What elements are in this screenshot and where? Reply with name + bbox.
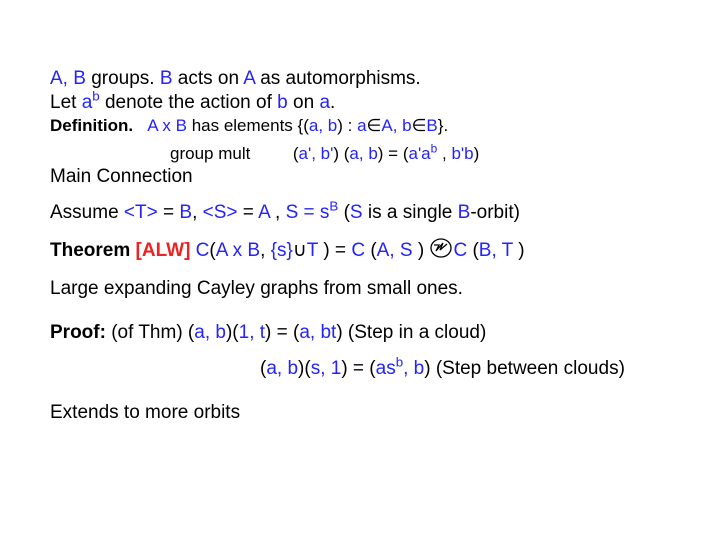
text: denote the action of xyxy=(100,92,277,113)
text: Definition. xyxy=(50,116,133,135)
text: a, b xyxy=(266,358,298,379)
line-extends: Extends to more orbits xyxy=(50,402,680,424)
text: , xyxy=(260,240,271,261)
text: Large expanding Cayley graphs from small… xyxy=(50,278,463,299)
line-groups: A, B groups. B acts on A as automorphism… xyxy=(50,68,680,90)
text: A xyxy=(243,68,260,89)
text: C xyxy=(351,240,370,261)
text: as xyxy=(376,358,396,379)
text: a, b xyxy=(194,322,226,343)
text: , b xyxy=(403,358,424,379)
text: ) = xyxy=(323,240,351,261)
text: B, T xyxy=(479,240,518,261)
text: Let xyxy=(50,92,82,113)
text: ) = ( xyxy=(341,358,375,379)
text: A, S xyxy=(377,240,418,261)
text: A x B xyxy=(147,116,187,135)
text: ( xyxy=(338,202,350,223)
text: a'a xyxy=(408,144,430,163)
line-proof: Proof: (of Thm) (a, b)(1, t) = (a, bt) (… xyxy=(50,322,680,344)
text: ) xyxy=(518,240,524,261)
text: -orbit) xyxy=(470,202,520,223)
text: a xyxy=(82,92,93,113)
text: ) = ( xyxy=(265,322,299,343)
zigzag-icon xyxy=(430,238,452,264)
text: is a single xyxy=(363,202,458,223)
text: <S> xyxy=(203,202,238,223)
text: , xyxy=(192,202,203,223)
line-main-connection: Main Connection xyxy=(50,166,680,188)
text: ) xyxy=(474,144,480,163)
text: A, b xyxy=(381,116,411,135)
text: {s} xyxy=(271,240,293,261)
text: )( xyxy=(226,322,239,343)
text: A xyxy=(258,202,275,223)
text: Theorem xyxy=(50,240,130,261)
text: ) (Step in a cloud) xyxy=(336,322,486,343)
text: has elements {( xyxy=(187,116,309,135)
text: }. xyxy=(438,116,448,135)
text: a, bt xyxy=(299,322,336,343)
text: C xyxy=(190,240,209,261)
text: Extends to more orbits xyxy=(50,402,240,423)
line-theorem: Theorem [ALW] C(A x B, {s}∪T ) = C (A, S… xyxy=(50,238,680,264)
text: <T> xyxy=(124,202,158,223)
line-assume: Assume <T> = B, <S> = A , S = sB (S is a… xyxy=(50,202,680,224)
text: B xyxy=(329,199,338,214)
text: Main Connection xyxy=(50,166,193,187)
text: C xyxy=(453,240,472,261)
text: A x B xyxy=(216,240,260,261)
text: a, b xyxy=(309,116,337,135)
text: = xyxy=(238,202,259,223)
text: ∈ xyxy=(412,116,427,135)
text: 1, t xyxy=(239,322,265,343)
text: a xyxy=(319,92,330,113)
line-group-mult: group mult (a', b') (a, b) = (a'ab , b'b… xyxy=(50,144,680,164)
text: a, b xyxy=(349,144,377,163)
line-action: Let ab denote the action of b on a. xyxy=(50,92,680,114)
text: on xyxy=(293,92,319,113)
text: = xyxy=(158,202,180,223)
text: a', b' xyxy=(299,144,334,163)
text: S = s xyxy=(286,202,330,223)
text: s, 1 xyxy=(311,358,342,379)
text: , xyxy=(275,202,286,223)
text: [ALW] xyxy=(130,240,190,261)
text: (of Thm) ( xyxy=(106,322,194,343)
text: )( xyxy=(298,358,311,379)
slide-content: A, B groups. B acts on A as automorphism… xyxy=(0,0,720,540)
text: group mult xyxy=(170,144,250,163)
text: Assume xyxy=(50,202,124,223)
text: ) (Step between clouds) xyxy=(424,358,625,379)
text: b'b xyxy=(451,144,473,163)
text: B xyxy=(426,116,437,135)
line-large-expanding: Large expanding Cayley graphs from small… xyxy=(50,278,680,300)
line-definition: Definition. A x B has elements {(a, b) :… xyxy=(50,116,680,136)
text: A, B xyxy=(50,68,91,89)
text: ) ( xyxy=(333,144,349,163)
text: Proof: xyxy=(50,322,106,343)
text: ) = ( xyxy=(378,144,409,163)
text: ∈ xyxy=(367,116,382,135)
text: , xyxy=(437,144,451,163)
text: ) : xyxy=(337,116,357,135)
text: b xyxy=(277,92,293,113)
text: b xyxy=(396,355,403,370)
line-proof-2: (a, b)(s, 1) = (asb, b) (Step between cl… xyxy=(50,358,680,380)
text: B xyxy=(179,202,192,223)
text: a xyxy=(357,116,366,135)
text: acts on xyxy=(178,68,244,89)
text: S xyxy=(350,202,363,223)
text: B xyxy=(458,202,471,223)
text: T xyxy=(307,240,324,261)
text: b xyxy=(92,89,99,104)
text: as automorphisms. xyxy=(260,68,421,89)
text: groups. xyxy=(91,68,160,89)
text: ) xyxy=(418,240,430,261)
text: ∪ xyxy=(293,240,307,261)
text: B xyxy=(160,68,178,89)
text: . xyxy=(330,92,335,113)
